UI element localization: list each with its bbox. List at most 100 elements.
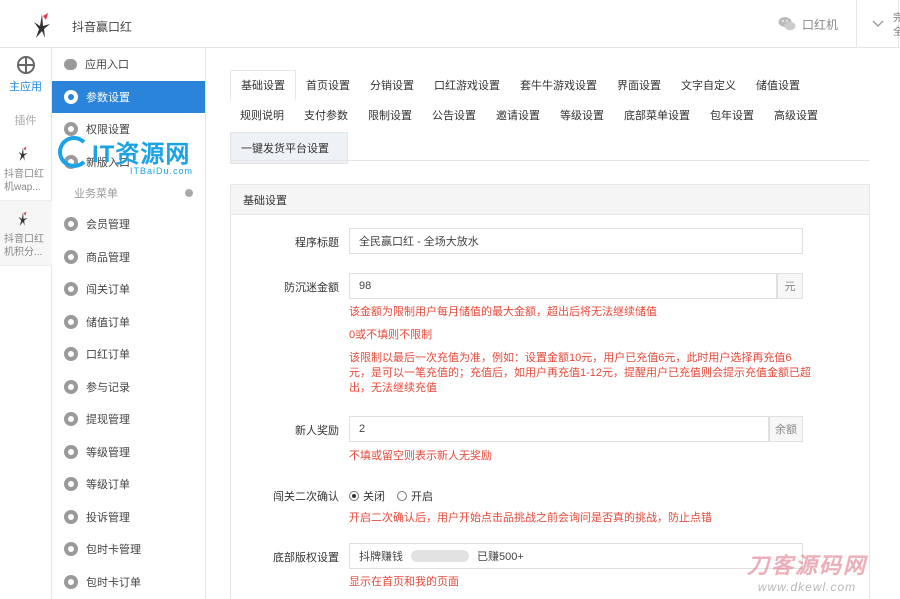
plugin-label: 抖音口红机wap... bbox=[4, 169, 44, 193]
bottom-copyright-input[interactable]: 抖牌赚钱 已赚500+ bbox=[349, 543, 803, 569]
gear-icon bbox=[64, 314, 78, 329]
program-title-input[interactable]: 全民赢口红 - 全场大放水 bbox=[349, 228, 803, 254]
menu-item-permissions[interactable]: 权限设置 bbox=[52, 113, 205, 146]
tab-invite[interactable]: 邀请设置 bbox=[486, 100, 550, 130]
gear-icon bbox=[64, 249, 78, 264]
menu-group-header[interactable]: 业务菜单 bbox=[52, 178, 205, 208]
main-app-label: 主应用 bbox=[9, 81, 42, 93]
settings-dot-icon bbox=[185, 189, 193, 197]
main-content: 基础设置 首页设置 分销设置 口红游戏设置 套牛牛游戏设置 界面设置 文字自定义… bbox=[206, 48, 893, 599]
menu-item-label: 商品管理 bbox=[86, 251, 130, 264]
menu-item[interactable]: 参与记录 bbox=[52, 371, 205, 404]
tab-payment[interactable]: 支付参数 bbox=[294, 100, 358, 130]
menu-item[interactable]: 口红订单 bbox=[52, 338, 205, 371]
sidebar-menu: 应用入口 参数设置 权限设置 新版入口 业务菜单 会员管理 商品管理 闯关订单 … bbox=[52, 48, 206, 599]
menu-item-label: 权限设置 bbox=[86, 124, 130, 137]
top-right-area: 口红机 bbox=[760, 0, 900, 48]
tab-row: 规则说明 支付参数 限制设置 公告设置 邀请设置 等级设置 底部菜单设置 包年设… bbox=[230, 100, 870, 130]
plugin-item[interactable]: 抖音口红机积分... bbox=[0, 201, 52, 266]
wechat-icon bbox=[778, 17, 796, 31]
account-name: 口红机 bbox=[802, 17, 839, 32]
gear-icon bbox=[64, 122, 78, 137]
menu-item-label: 投诉管理 bbox=[86, 511, 130, 524]
menu-item-label: 新版入口 bbox=[86, 156, 130, 169]
plugin-item[interactable]: 抖音口红机wap... bbox=[0, 136, 52, 201]
plugin-label: 抖音口红机积分... bbox=[4, 234, 44, 258]
tab-distribution[interactable]: 分销设置 bbox=[360, 70, 424, 100]
radio-off-label: 关闭 bbox=[363, 491, 385, 503]
edge-text: 完全 bbox=[893, 13, 900, 38]
tab-annual[interactable]: 包年设置 bbox=[700, 100, 764, 130]
newbie-reward-hint: 不填或留空则表示新人无奖励 bbox=[349, 450, 492, 462]
tab-divider bbox=[230, 160, 870, 161]
menu-item-new-entry[interactable]: 新版入口 bbox=[52, 146, 205, 179]
newbie-reward-input[interactable]: 2 bbox=[349, 416, 769, 442]
radio-off[interactable] bbox=[349, 491, 359, 501]
radio-on-label: 开启 bbox=[411, 491, 433, 503]
basic-settings-panel: 基础设置 程序标题 全民赢口红 - 全场大放水 防沉迷金额 98 元 该金额为限… bbox=[230, 184, 870, 599]
menu-item[interactable]: 等级管理 bbox=[52, 436, 205, 469]
menu-item-label: 等级管理 bbox=[86, 446, 130, 459]
tab-notice[interactable]: 公告设置 bbox=[422, 100, 486, 130]
tab-ring-game[interactable]: 套牛牛游戏设置 bbox=[510, 70, 607, 100]
tab-rules[interactable]: 规则说明 bbox=[230, 100, 294, 130]
anti-addiction-hint: 该金额为限制用户每月储值的最大金额，超出后将无法继续储值 bbox=[349, 306, 657, 318]
radio-on[interactable] bbox=[397, 491, 407, 501]
menu-item-settings[interactable]: 参数设置 bbox=[52, 80, 205, 113]
gear-icon bbox=[64, 347, 78, 362]
menu-item-app-entry[interactable]: 应用入口 bbox=[52, 48, 205, 81]
menu-item[interactable]: 商品管理 bbox=[52, 241, 205, 274]
menu-item[interactable]: 提现管理 bbox=[52, 403, 205, 436]
account-menu[interactable]: 口红机 bbox=[760, 0, 858, 48]
tab-row: 基础设置 首页设置 分销设置 口红游戏设置 套牛牛游戏设置 界面设置 文字自定义… bbox=[230, 70, 870, 100]
settings-tabs: 基础设置 首页设置 分销设置 口红游戏设置 套牛牛游戏设置 界面设置 文字自定义… bbox=[230, 70, 870, 166]
menu-item-label: 储值订单 bbox=[86, 316, 130, 329]
menu-item[interactable]: 闯关订单 bbox=[52, 273, 205, 306]
gear-icon bbox=[64, 542, 78, 557]
tab-levels[interactable]: 等级设置 bbox=[550, 100, 614, 130]
double-confirm-hint: 开启二次确认后，用户开始点击品挑战之前会询问是否真的挑战，防止点错 bbox=[349, 512, 712, 524]
double-confirm-radios: 关闭 开启 bbox=[349, 488, 433, 504]
menu-item[interactable]: 会员管理 bbox=[52, 208, 205, 241]
menu-item[interactable]: 包时卡管理 bbox=[52, 533, 205, 566]
tab-advanced[interactable]: 高级设置 bbox=[764, 100, 828, 130]
chevron-down-icon bbox=[872, 20, 884, 27]
bottom-copyright-text-b: 已赚500+ bbox=[477, 551, 524, 563]
tab-interface[interactable]: 界面设置 bbox=[607, 70, 671, 100]
plugin-logo-icon bbox=[18, 146, 28, 161]
gear-icon bbox=[64, 379, 78, 394]
bottom-copyright-hint: 显示在首页和我的页面 bbox=[349, 576, 459, 588]
main-app-link[interactable]: 主应用 bbox=[0, 48, 51, 100]
bottom-copyright-label: 底部版权设置 bbox=[273, 552, 339, 564]
gear-icon bbox=[64, 412, 78, 427]
grid-icon bbox=[16, 56, 35, 74]
tab-basic[interactable]: 基础设置 bbox=[230, 70, 296, 100]
app-title: 抖音赢口红 bbox=[72, 20, 133, 34]
tab-lipstick-game[interactable]: 口红游戏设置 bbox=[424, 70, 510, 100]
gear-icon bbox=[64, 217, 78, 232]
menu-item-label: 口红订单 bbox=[86, 349, 130, 362]
menu-item-label: 包时卡管理 bbox=[86, 544, 141, 557]
menu-item[interactable]: 包时卡订单 bbox=[52, 566, 205, 599]
plugin-group-label: 插件 bbox=[14, 115, 37, 127]
menu-item[interactable]: 储值订单 bbox=[52, 306, 205, 339]
tab-recharge[interactable]: 储值设置 bbox=[746, 70, 810, 100]
anti-addiction-unit: 元 bbox=[777, 273, 803, 299]
tab-limits[interactable]: 限制设置 bbox=[358, 100, 422, 130]
tab-custom-text[interactable]: 文字自定义 bbox=[671, 70, 746, 100]
anti-addiction-input[interactable]: 98 bbox=[349, 273, 777, 299]
menu-item-label: 参数设置 bbox=[86, 91, 130, 104]
tab-home[interactable]: 首页设置 bbox=[296, 70, 360, 100]
anti-addiction-hint-detail: 该限制以最后一次充值为准，例如：设置金额10元，用户已充值6元，此时用户选择再充… bbox=[349, 352, 812, 394]
newbie-reward-unit: 余额 bbox=[769, 416, 803, 442]
app-logo bbox=[34, 13, 50, 38]
tab-bottom-menu[interactable]: 底部菜单设置 bbox=[614, 100, 700, 130]
chat-bubble-icon bbox=[64, 58, 77, 70]
menu-item-label: 等级订单 bbox=[86, 479, 130, 492]
menu-group-label: 业务菜单 bbox=[74, 188, 118, 200]
menu-item[interactable]: 投诉管理 bbox=[52, 501, 205, 534]
anti-addiction-label: 防沉迷金额 bbox=[284, 282, 339, 294]
app-switcher: 主应用 插件 抖音口红机wap... 抖音口红机积分... bbox=[0, 48, 52, 599]
menu-item-label: 会员管理 bbox=[86, 219, 130, 232]
menu-item[interactable]: 等级订单 bbox=[52, 468, 205, 501]
